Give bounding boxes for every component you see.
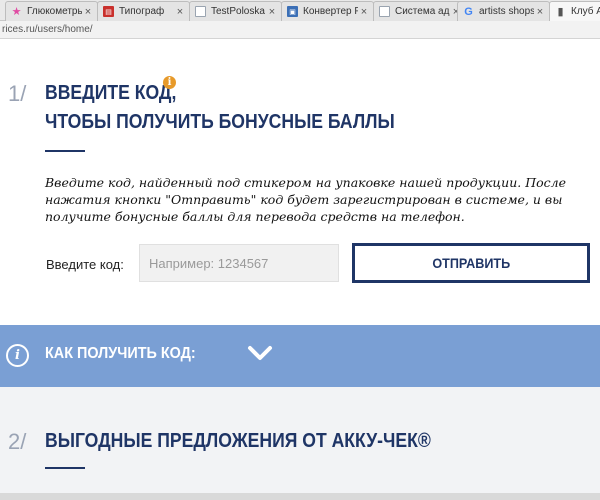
browser-tab-converter[interactable]: ▣ Конвертер FB2 × — [281, 1, 374, 21]
code-input[interactable] — [139, 244, 339, 282]
tab-title: Система адми — [395, 6, 450, 17]
section-number: 2/ — [8, 429, 27, 454]
send-button[interactable]: ОТПРАВИТЬ — [352, 243, 590, 283]
browser-tab-glucometers[interactable]: ★ Глюкометры, т × — [5, 1, 98, 21]
tab-close-icon[interactable]: × — [82, 6, 94, 18]
heading-underline — [45, 150, 85, 152]
how-to-get-code-bar[interactable]: i КАК ПОЛУЧИТЬ КОД: — [0, 325, 600, 387]
browser-tab-tipograf[interactable]: ▤ Типограф × — [97, 1, 190, 21]
page-content: 1/ ВВЕДИТЕ КОД, i ЧТОБЫ ПОЛУЧИТЬ БОНУСНЫ… — [0, 39, 600, 500]
tab-title: Клуб Акку — [571, 6, 600, 17]
section-number: 1/ — [8, 81, 27, 106]
tab-close-icon[interactable]: × — [358, 6, 370, 18]
tab-title: artists shops in — [479, 6, 534, 17]
google-icon: G — [464, 5, 473, 18]
page-icon — [379, 6, 390, 17]
tab-close-icon[interactable]: × — [174, 6, 186, 18]
tab-title: Конвертер FB2 — [303, 6, 358, 17]
browser-tab-artists-shops[interactable]: G artists shops in × — [457, 1, 550, 21]
address-bar[interactable]: rices.ru/users/home/ — [0, 21, 600, 39]
tab-close-icon[interactable]: × — [266, 6, 278, 18]
heading-underline — [45, 467, 85, 469]
browser-tab-testpoloska[interactable]: TestPoloska × — [189, 1, 282, 21]
offers-heading: ВЫГОДНЫЕ ПРЕДЛОЖЕНИЯ ОТ АККУ-ЧЕК® — [45, 430, 431, 452]
tab-title: Типограф — [119, 6, 165, 17]
tab-title: Глюкометры, т — [27, 6, 82, 17]
how-to-get-code-title[interactable]: КАК ПОЛУЧИТЬ КОД: — [45, 345, 196, 363]
tab-title: TestPoloska — [211, 6, 265, 17]
converter-icon: ▣ — [287, 6, 298, 17]
star-icon: ★ — [11, 6, 22, 18]
enter-code-section: 1/ ВВЕДИТЕ КОД, i ЧТОБЫ ПОЛУЧИТЬ БОНУСНЫ… — [0, 39, 600, 325]
chevron-down-icon[interactable] — [246, 343, 274, 365]
tipograf-icon: ▤ — [103, 6, 114, 17]
code-field-label: Введите код: — [46, 257, 124, 272]
browser-tab-bar: ★ Глюкометры, т × ▤ Типограф × TestPolos… — [0, 0, 600, 21]
tab-close-icon[interactable]: × — [534, 6, 546, 18]
info-icon[interactable]: i — [163, 76, 176, 89]
browser-tab-accu-club[interactable]: ▮ Клуб Акку — [549, 1, 600, 21]
send-button-label: ОТПРАВИТЬ — [432, 255, 510, 271]
info-icon: i — [6, 344, 29, 367]
section-heading-line2: ЧТОБЫ ПОЛУЧИТЬ БОНУСНЫЕ БАЛЛЫ — [45, 111, 395, 133]
accu-icon: ▮ — [557, 6, 564, 18]
section-heading-line1: ВВЕДИТЕ КОД, — [45, 82, 177, 104]
code-instructions: Введите код, найденный под стикером на у… — [45, 175, 566, 224]
offers-section: 2/ ВЫГОДНЫЕ ПРЕДЛОЖЕНИЯ ОТ АККУ-ЧЕК® — [0, 387, 600, 500]
browser-tab-admin[interactable]: Система адми × — [373, 1, 466, 21]
page-icon — [195, 6, 206, 17]
horizontal-scrollbar[interactable] — [0, 493, 600, 500]
address-url[interactable]: rices.ru/users/home/ — [2, 24, 93, 35]
